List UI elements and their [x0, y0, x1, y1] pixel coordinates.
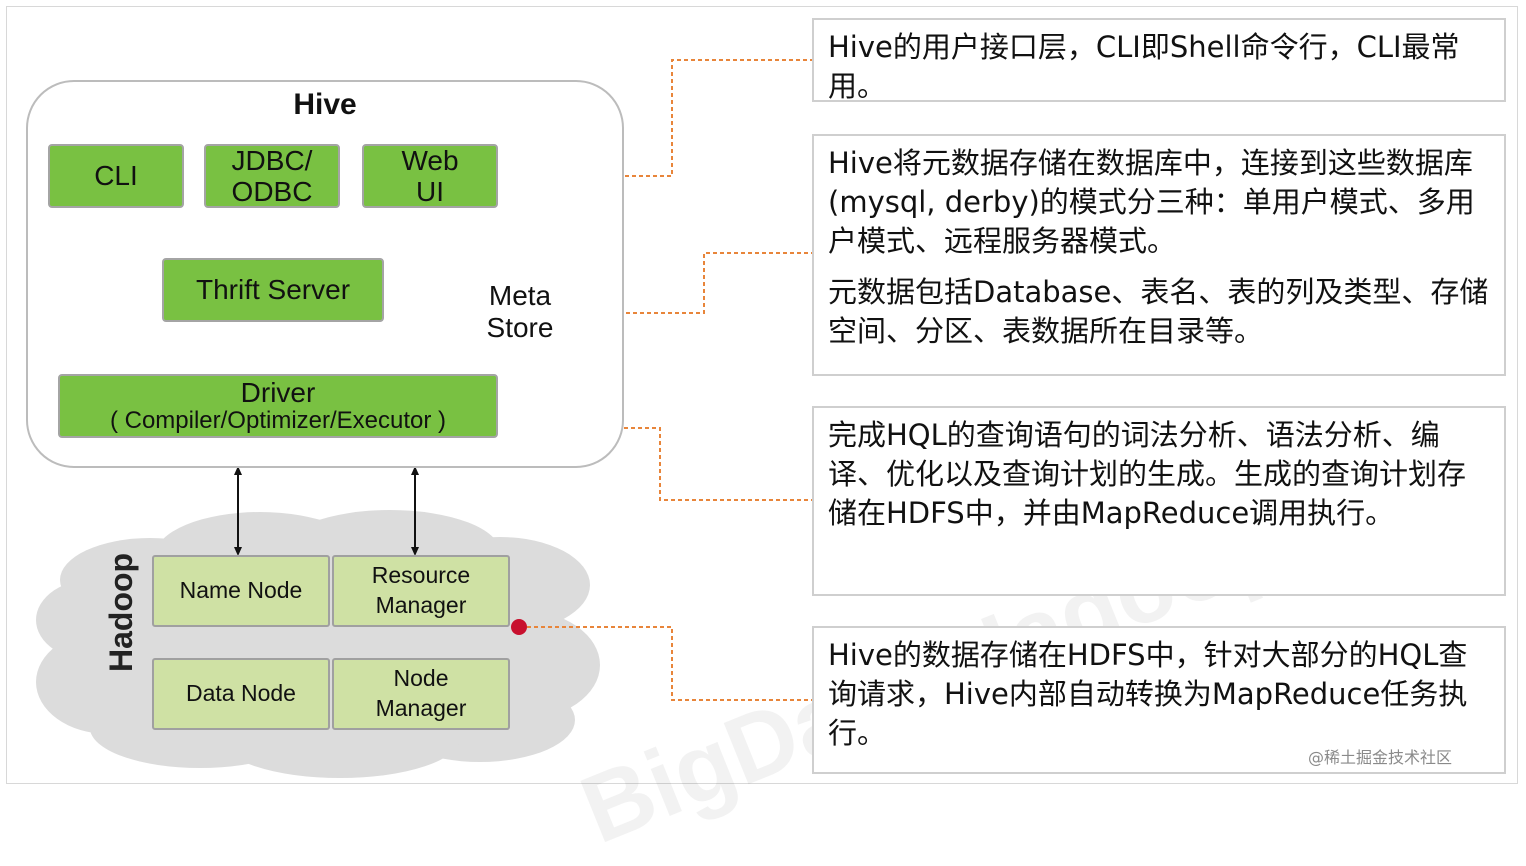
dot-hadoop: [511, 619, 527, 635]
metastore-label: Meta Store: [486, 279, 554, 343]
driver-sub-label: ( Compiler/Optimizer/Executor ): [109, 407, 447, 435]
note-driver-text: 完成HQL的查询语句的词法分析、语法分析、编译、优化以及查询计划的生成。生成的查…: [828, 418, 1467, 530]
data-node-box: Data Node: [152, 658, 330, 730]
jdbc-odbc-box: JDBC/ ODBC: [204, 144, 340, 208]
note-interface: Hive的用户接口层，CLI即Shell命令行，CLI最常用。: [812, 18, 1506, 103]
driver-label: Driver: [240, 376, 316, 408]
note-driver: 完成HQL的查询语句的词法分析、语法分析、编译、优化以及查询计划的生成。生成的查…: [812, 406, 1506, 596]
driver-box: Driver ( Compiler/Optimizer/Executor ): [58, 374, 498, 438]
note-hadoop-text: Hive的数据存储在HDFS中，针对大部分的HQL查询请求，Hive内部自动转换…: [828, 638, 1468, 750]
site-watermark: @稀土掘金技术社区: [1308, 748, 1453, 767]
note-metastore: Hive将元数据存储在数据库中，连接到这些数据库(mysql, derby)的模…: [812, 134, 1506, 376]
hive-title: Hive: [293, 88, 357, 121]
node-manager-box: Node Manager: [332, 658, 510, 730]
note-metastore-text-2: 元数据包括Database、表名、表的列及类型、存储空间、分区、表数据所在目录等…: [828, 275, 1489, 348]
name-node-box: Name Node: [152, 555, 330, 627]
note-interface-text: Hive的用户接口层，CLI即Shell命令行，CLI最常用。: [828, 30, 1460, 103]
thrift-server-box: Thrift Server: [162, 258, 384, 322]
resource-manager-box: Resource Manager: [332, 555, 510, 627]
web-ui-box: Web UI: [362, 144, 498, 208]
hadoop-label: Hadoop: [103, 552, 139, 672]
note-metastore-text-1: Hive将元数据存储在数据库中，连接到这些数据库(mysql, derby)的模…: [828, 146, 1475, 258]
cli-box: CLI: [48, 144, 184, 208]
